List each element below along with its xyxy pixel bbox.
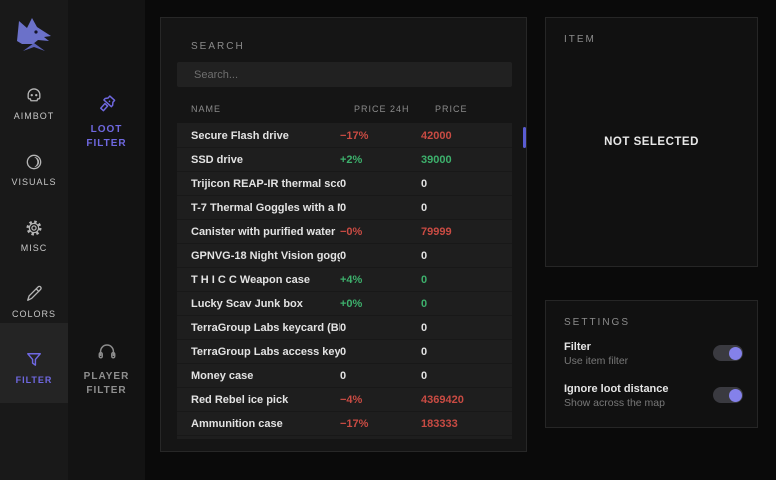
item-name: SSD drive bbox=[177, 154, 340, 166]
search-section-title: SEARCH bbox=[191, 41, 245, 52]
sidebar-item-label: COLORS bbox=[0, 309, 68, 319]
item-empty-state: NOT SELECTED bbox=[546, 136, 757, 148]
column-header-price: PRICE bbox=[435, 104, 468, 114]
headphones-icon bbox=[96, 340, 118, 357]
column-header-price24h: PRICE 24H bbox=[354, 104, 410, 114]
table-row[interactable]: GPNVG-18 Night Vision goggles 0 0 bbox=[177, 244, 512, 268]
item-name: Trijicon REAP-IR thermal scope bbox=[177, 178, 340, 190]
item-price: 0 bbox=[421, 274, 512, 286]
table-row[interactable]: Ammunition case −17% 183333 bbox=[177, 412, 512, 436]
item-price-24h: −17% bbox=[340, 130, 421, 142]
gear-icon bbox=[24, 218, 44, 235]
item-name: Money case bbox=[177, 370, 340, 382]
sidebar: AIMBOT VISUALS MISC COLORS bbox=[0, 0, 68, 480]
table-row[interactable]: TerraGroup Labs access keycard 0 0 bbox=[177, 340, 512, 364]
item-price-24h: +4% bbox=[340, 274, 421, 286]
table-row[interactable]: Red Rebel ice pick −4% 4369420 bbox=[177, 388, 512, 412]
toggle-knob bbox=[729, 347, 742, 360]
item-panel-title: ITEM bbox=[564, 34, 596, 45]
setting-ignore-loot-distance: Ignore loot distance Show across the map bbox=[564, 383, 743, 415]
sidebar-item-visuals[interactable]: VISUALS bbox=[0, 152, 68, 187]
table-row[interactable]: TerraGroup Labs keycard (Blue) 0 0 bbox=[177, 316, 512, 340]
item-panel: ITEM NOT SELECTED bbox=[545, 17, 758, 267]
table-row[interactable]: Lucky Scav Junk box +0% 0 bbox=[177, 292, 512, 316]
item-price-24h: 0 bbox=[340, 202, 421, 214]
table-row[interactable]: SSD drive +2% 39000 bbox=[177, 148, 512, 172]
app-window: { "colors": { "accent": "#6f68e2", "red"… bbox=[0, 0, 776, 480]
subnav-item-player-filter[interactable]: PLAYER FILTER bbox=[68, 340, 145, 398]
item-price: 0 bbox=[421, 178, 512, 190]
sidebar-item-filter[interactable]: FILTER bbox=[0, 350, 68, 385]
table-row[interactable]: Secure Flash drive −17% 42000 bbox=[177, 124, 512, 148]
item-name: GPNVG-18 Night Vision goggles bbox=[177, 250, 340, 262]
table-row[interactable]: Money case 0 0 bbox=[177, 364, 512, 388]
subnav-item-label: LOOT FILTER bbox=[79, 123, 135, 151]
item-name: Ammunition case bbox=[177, 418, 340, 430]
item-price: 0 bbox=[421, 370, 512, 382]
settings-panel-title: SETTINGS bbox=[564, 317, 630, 328]
item-price: 39000 bbox=[421, 154, 512, 166]
item-name: Secure Flash drive bbox=[177, 130, 340, 142]
filter-toggle[interactable] bbox=[713, 345, 743, 361]
item-name: T-7 Thermal Goggles with a Night bbox=[177, 202, 340, 214]
sidebar-item-misc[interactable]: MISC bbox=[0, 218, 68, 253]
item-price: 79999 bbox=[421, 226, 512, 238]
item-price: 0 bbox=[421, 202, 512, 214]
scrollbar-thumb[interactable] bbox=[523, 127, 526, 148]
flashlight-icon bbox=[96, 93, 118, 110]
item-price: 0 bbox=[421, 298, 512, 310]
column-header-name: NAME bbox=[191, 104, 221, 114]
pen-icon bbox=[24, 284, 44, 301]
subnav: LOOT FILTER PLAYER FILTER bbox=[68, 0, 145, 480]
sidebar-item-label: VISUALS bbox=[0, 177, 68, 187]
search-input[interactable] bbox=[177, 62, 512, 87]
item-name: T H I C C Weapon case bbox=[177, 274, 340, 286]
item-table: Secure Flash drive −17% 42000 SSD drive … bbox=[177, 123, 512, 439]
skull-icon bbox=[24, 86, 44, 103]
item-price: 0 bbox=[421, 250, 512, 262]
table-row[interactable]: Trijicon REAP-IR thermal scope 0 0 bbox=[177, 172, 512, 196]
item-price-24h: 0 bbox=[340, 322, 421, 334]
item-price-24h: 0 bbox=[340, 346, 421, 358]
item-price-24h: +0% bbox=[340, 298, 421, 310]
setting-filter: Filter Use item filter bbox=[564, 341, 743, 373]
item-name: Lucky Scav Junk box bbox=[177, 298, 340, 310]
item-price-24h: −0% bbox=[340, 226, 421, 238]
sidebar-item-label: FILTER bbox=[0, 375, 68, 385]
wolf-logo bbox=[0, 10, 68, 56]
item-price: 0 bbox=[421, 322, 512, 334]
subnav-item-label: PLAYER FILTER bbox=[79, 370, 135, 398]
item-price-24h: 0 bbox=[340, 178, 421, 190]
sidebar-item-colors[interactable]: COLORS bbox=[0, 284, 68, 319]
table-row[interactable]: T-7 Thermal Goggles with a Night 0 0 bbox=[177, 196, 512, 220]
sidebar-item-label: AIMBOT bbox=[0, 111, 68, 121]
item-price-24h: +2% bbox=[340, 154, 421, 166]
item-name: TerraGroup Labs keycard (Blue) bbox=[177, 322, 340, 334]
item-price-24h: 0 bbox=[340, 250, 421, 262]
toggle-knob bbox=[729, 389, 742, 402]
item-price: 4369420 bbox=[421, 394, 512, 406]
settings-panel: SETTINGS Filter Use item filter Ignore l… bbox=[545, 300, 758, 428]
item-price: 0 bbox=[421, 346, 512, 358]
loot-filter-panel: SEARCH NAME PRICE 24H PRICE Secure Flash… bbox=[160, 17, 527, 452]
item-price: 42000 bbox=[421, 130, 512, 142]
moon-contrast-icon bbox=[24, 152, 44, 169]
item-name: TerraGroup Labs access keycard bbox=[177, 346, 340, 358]
item-price: 183333 bbox=[421, 418, 512, 430]
item-price-24h: −17% bbox=[340, 418, 421, 430]
subnav-item-loot-filter[interactable]: LOOT FILTER bbox=[68, 93, 145, 151]
ignore-loot-distance-toggle[interactable] bbox=[713, 387, 743, 403]
item-name: Canister with purified water bbox=[177, 226, 340, 238]
table-row[interactable]: T H I C C Weapon case +4% 0 bbox=[177, 268, 512, 292]
item-price-24h: 0 bbox=[340, 370, 421, 382]
item-price-24h: −4% bbox=[340, 394, 421, 406]
item-name: Red Rebel ice pick bbox=[177, 394, 340, 406]
wolf-icon bbox=[10, 10, 58, 56]
sidebar-item-aimbot[interactable]: AIMBOT bbox=[0, 86, 68, 121]
funnel-icon bbox=[24, 350, 44, 367]
table-row[interactable]: Canister with purified water −0% 79999 bbox=[177, 220, 512, 244]
sidebar-item-label: MISC bbox=[0, 243, 68, 253]
